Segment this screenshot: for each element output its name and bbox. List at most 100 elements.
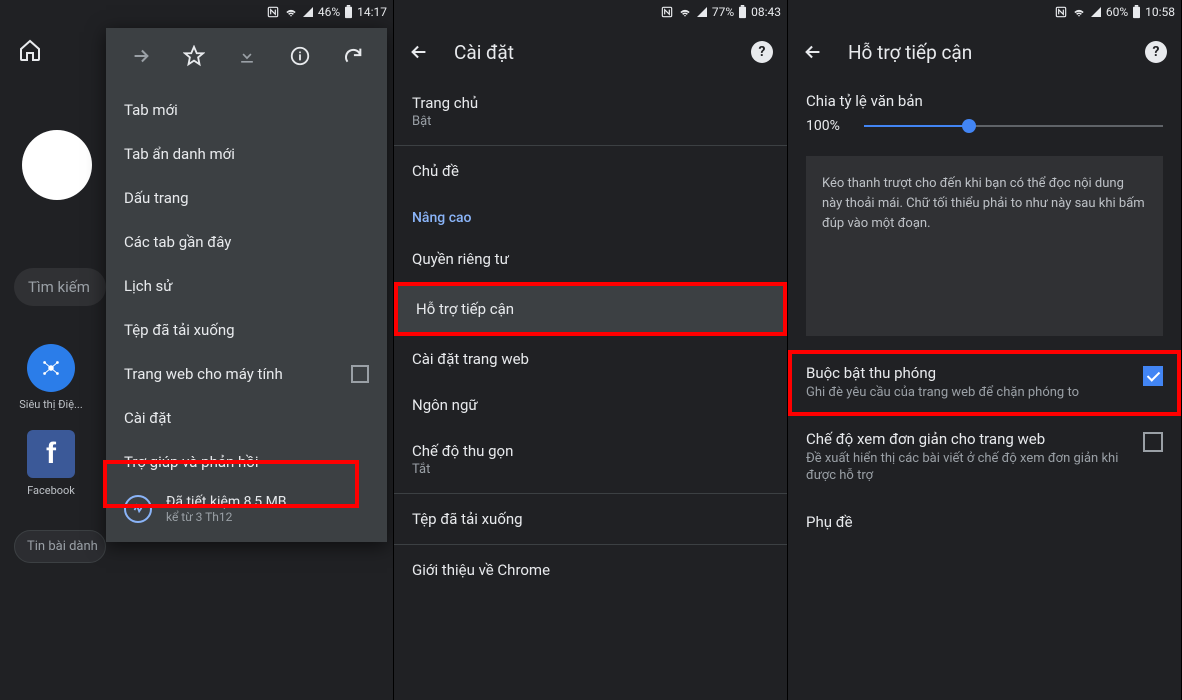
status-bar: 77% 08:43	[394, 0, 787, 24]
status-bar: 60% 10:58	[788, 0, 1181, 24]
settings-lite-mode[interactable]: Chế độ thu gọn Tắt	[394, 428, 787, 491]
item-title: Ngôn ngữ	[412, 396, 769, 414]
menu-incognito[interactable]: Tab ẩn danh mới	[106, 132, 387, 176]
phone-1-chrome-menu: 46% 14:17 Tìm kiếm Siêu thị Điệ... f Fac…	[0, 0, 394, 700]
item-title: Trang chủ	[412, 94, 769, 112]
battery-percent: 60%	[1106, 5, 1128, 19]
back-icon[interactable]	[802, 41, 824, 63]
item-title: Giới thiệu về Chrome	[412, 561, 769, 579]
item-title: Tệp đã tải xuống	[412, 510, 769, 528]
item-title: Quyền riêng tư	[412, 250, 769, 268]
menu-bookmarks[interactable]: Dấu trang	[106, 176, 387, 220]
signal-icon	[696, 6, 708, 18]
data-saver-sub: kể từ 3 Th12	[166, 510, 287, 524]
phone-2-settings: 77% 08:43 Cài đặt ? Trang chủ Bật Chủ đề…	[394, 0, 788, 700]
text-scaling-block: Chia tỷ lệ văn bản 100%	[788, 80, 1181, 142]
simplified-view-item[interactable]: Chế độ xem đơn giản cho trang web Đề xuấ…	[788, 416, 1181, 499]
page-title: Hỗ trợ tiếp cận	[848, 41, 1121, 64]
settings-site[interactable]: Cài đặt trang web	[394, 336, 787, 382]
app-tile-1[interactable]: Siêu thị Điệ...	[14, 344, 88, 411]
item-sub: Tắt	[412, 462, 769, 477]
news-pill[interactable]: Tin bài dành	[14, 530, 106, 563]
settings-accessibility[interactable]: Hỗ trợ tiếp cận	[394, 282, 787, 336]
page-title: Cài đặt	[454, 41, 727, 64]
data-saver-icon	[124, 495, 152, 523]
menu-help[interactable]: Trợ giúp và phản hồi	[106, 440, 387, 484]
slider-thumb[interactable]	[962, 119, 976, 133]
settings-about[interactable]: Giới thiệu về Chrome	[394, 547, 787, 593]
text-scaling-slider[interactable]	[864, 125, 1163, 127]
battery-icon	[738, 5, 747, 19]
nfc-icon	[266, 5, 280, 19]
menu-list: Tab mới Tab ẩn danh mới Dấu trang Các ta…	[106, 84, 387, 542]
settings-theme[interactable]: Chủ đề	[394, 148, 787, 194]
menu-data-saver[interactable]: Đã tiết kiệm 8,5 MB kể từ 3 Th12	[106, 484, 387, 538]
menu-settings[interactable]: Cài đặt	[106, 396, 387, 440]
text-scaling-slider-row: 100%	[806, 118, 1163, 134]
force-zoom-title: Buộc bật thu phóng	[806, 364, 1129, 382]
signal-icon	[1090, 6, 1102, 18]
nfc-icon	[1054, 5, 1068, 19]
menu-history[interactable]: Lịch sử	[106, 264, 387, 308]
divider	[394, 145, 787, 146]
force-zoom-desc: Ghi đè yêu cầu của trang web để chặn phó…	[806, 384, 1129, 402]
menu-desktop-site[interactable]: Trang web cho máy tính	[106, 352, 387, 396]
signal-icon	[302, 6, 314, 18]
settings-language[interactable]: Ngôn ngữ	[394, 382, 787, 428]
help-icon[interactable]: ?	[1145, 41, 1167, 63]
accessibility-toolbar: Hỗ trợ tiếp cận ?	[788, 24, 1181, 80]
menu-icon-row	[106, 28, 387, 84]
item-title: Hỗ trợ tiếp cận	[416, 300, 765, 318]
settings-homepage[interactable]: Trang chủ Bật	[394, 80, 787, 143]
app-tile-2[interactable]: f Facebook	[14, 430, 88, 497]
battery-percent: 77%	[712, 5, 734, 19]
menu-new-tab[interactable]: Tab mới	[106, 88, 387, 132]
refresh-icon[interactable]	[335, 38, 371, 74]
phone-3-accessibility: 60% 10:58 Hỗ trợ tiếp cận ? Chia tỷ lệ v…	[788, 0, 1182, 700]
item-title: Chủ đề	[412, 162, 769, 180]
app-label: Siêu thị Điệ...	[14, 398, 88, 411]
wifi-icon	[678, 5, 692, 19]
item-title: Cài đặt trang web	[412, 350, 769, 368]
wifi-icon	[284, 5, 298, 19]
star-icon[interactable]	[176, 38, 212, 74]
text-preview-box: Kéo thanh trượt cho đến khi bạn có thể đ…	[806, 156, 1163, 336]
simplified-checkbox[interactable]	[1143, 432, 1163, 452]
google-logo-partial	[22, 130, 92, 200]
force-zoom-item[interactable]: Buộc bật thu phóng Ghi đè yêu cầu của tr…	[788, 350, 1181, 416]
slider-fill	[864, 125, 969, 127]
facebook-icon: f	[27, 430, 75, 478]
clock: 10:58	[1145, 5, 1175, 19]
home-icon[interactable]	[18, 38, 42, 62]
status-bar: 46% 14:17	[0, 0, 393, 24]
item-title: Phụ đề	[806, 513, 1163, 531]
overflow-menu: Tab mới Tab ẩn danh mới Dấu trang Các ta…	[106, 28, 387, 542]
forward-icon[interactable]	[123, 38, 159, 74]
menu-downloads[interactable]: Tệp đã tải xuống	[106, 308, 387, 352]
text-scaling-value: 100%	[806, 118, 850, 134]
settings-toolbar: Cài đặt ?	[394, 24, 787, 80]
back-icon[interactable]	[408, 41, 430, 63]
search-pill[interactable]: Tìm kiếm	[14, 268, 106, 306]
captions-item[interactable]: Phụ đề	[788, 499, 1181, 545]
info-icon[interactable]	[282, 38, 318, 74]
menu-recent-tabs[interactable]: Các tab gần đây	[106, 220, 387, 264]
data-saver-title: Đã tiết kiệm 8,5 MB	[166, 494, 287, 510]
desktop-site-checkbox[interactable]	[351, 365, 369, 383]
download-icon[interactable]	[229, 38, 265, 74]
help-icon[interactable]: ?	[751, 41, 773, 63]
divider	[394, 544, 787, 545]
wifi-icon	[1072, 5, 1086, 19]
battery-icon	[1132, 5, 1141, 19]
settings-section-advanced: Nâng cao	[394, 194, 787, 236]
settings-list: Trang chủ Bật Chủ đề Nâng cao Quyền riên…	[394, 80, 787, 593]
settings-downloads[interactable]: Tệp đã tải xuống	[394, 496, 787, 542]
nfc-icon	[660, 5, 674, 19]
force-zoom-checkbox[interactable]	[1143, 366, 1163, 386]
simplified-title: Chế độ xem đơn giản cho trang web	[806, 430, 1129, 448]
clock: 08:43	[751, 5, 781, 19]
battery-icon	[344, 5, 353, 19]
battery-percent: 46%	[318, 5, 340, 19]
app-label: Facebook	[14, 484, 88, 497]
settings-privacy[interactable]: Quyền riêng tư	[394, 236, 787, 282]
